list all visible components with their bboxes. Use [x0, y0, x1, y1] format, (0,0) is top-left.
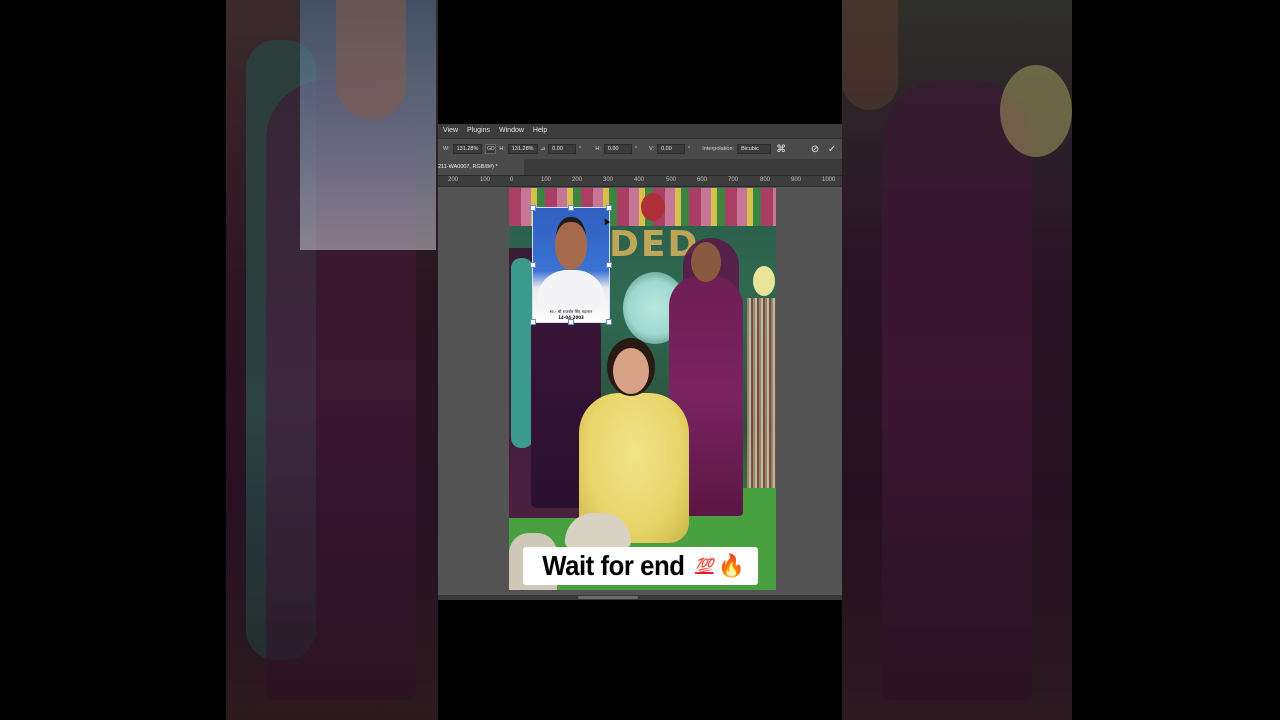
portrait-caption: स्व.- श्री राजबीर सिंह महलान — [549, 309, 593, 314]
bride-head — [613, 348, 649, 394]
document-tab[interactable]: 211-WA0007, RGB/8#) * — [438, 159, 524, 175]
menu-view[interactable]: View — [438, 124, 462, 138]
transform-handle-bottom-left[interactable] — [530, 319, 536, 325]
canvas-workspace[interactable]: DED स्व.- श्री राजबीर सिंह महलान 14-04-2… — [438, 187, 842, 596]
checkmark-icon[interactable]: ✓ — [825, 144, 839, 155]
portrait-shirt — [537, 270, 605, 308]
ruler-label: 0 — [510, 177, 514, 183]
transform-handle-top[interactable] — [568, 205, 574, 211]
transform-handle-top-right[interactable] — [606, 205, 612, 211]
background-head-blur — [842, 0, 898, 110]
hskew-unit: ° — [634, 146, 638, 152]
ruler-label: 200 — [448, 177, 459, 183]
menu-help[interactable]: Help — [528, 124, 551, 138]
placed-portrait-layer[interactable]: स्व.- श्री राजबीर सिंह महलान 14-04-2003 — [530, 205, 612, 325]
menu-window[interactable]: Window — [494, 124, 528, 138]
right-background-panel — [842, 0, 1072, 720]
woman-right-head — [691, 242, 721, 282]
transform-options-bar: W: 131.28% GD H: 131.28% ⊿ 0.00 ° H: 0.0… — [438, 138, 842, 160]
cancel-circle-icon[interactable]: ⊘ — [808, 144, 822, 155]
hskew-field[interactable]: 0.00 — [603, 144, 632, 154]
hundred-points-icon: 💯 — [694, 557, 714, 575]
ruler-label: 100 — [480, 177, 491, 183]
height-field[interactable]: 131.28% — [507, 144, 538, 154]
left-blurred-background — [0, 0, 438, 720]
photoshop-window: View Plugins Window Help W: 131.28% GD H… — [438, 124, 842, 600]
ruler-label: 1000 — [822, 177, 836, 183]
ruler-label: 800 — [760, 177, 771, 183]
menu-plugins[interactable]: Plugins — [462, 124, 494, 138]
document-tab-bar: 211-WA0007, RGB/8#) * — [438, 159, 842, 176]
height-label: H: — [499, 146, 505, 152]
angle-icon: ⊿ — [540, 146, 546, 152]
ruler-label: 100 — [541, 177, 552, 183]
warp-icon[interactable]: ⌘ — [774, 144, 788, 155]
vskew-label: V: — [649, 146, 655, 152]
horizontal-ruler[interactable]: 200 100 0 100 200 300 400 500 600 700 80… — [438, 176, 842, 187]
vskew-field[interactable]: 0.00 — [657, 144, 686, 154]
interpolation-label: Interpolation: — [702, 146, 735, 152]
ruler-label: 500 — [666, 177, 677, 183]
transform-handle-top-left[interactable] — [530, 205, 536, 211]
portrait-face — [555, 222, 587, 270]
left-background-panel — [226, 0, 438, 720]
horizontal-scrollbar[interactable] — [438, 595, 842, 600]
background-balloon-blur — [1000, 65, 1072, 157]
document-photo[interactable]: DED स्व.- श्री राजबीर सिंह महलान 14-04-2… — [509, 188, 776, 590]
fire-icon: 🔥 — [717, 553, 745, 578]
red-balloon — [641, 193, 665, 221]
scroll-thumb[interactable] — [578, 596, 638, 599]
teal-scarf — [511, 258, 533, 448]
ruler-label: 600 — [697, 177, 708, 183]
angle-unit: ° — [579, 146, 582, 152]
link-aspect-icon[interactable]: GD — [485, 144, 497, 154]
width-field[interactable]: 131.28% — [452, 144, 483, 154]
background-woman-figure-right — [882, 80, 1032, 700]
angle-field[interactable]: 0.00 — [548, 144, 577, 154]
right-blurred-background — [842, 0, 1280, 720]
ruler-label: 400 — [634, 177, 645, 183]
vskew-unit: ° — [688, 146, 691, 152]
ruler-label: 900 — [791, 177, 802, 183]
background-face-blur — [336, 0, 406, 120]
width-label: W: — [443, 146, 450, 152]
caption-text: Wait for end — [542, 550, 685, 581]
transform-handle-bottom-right[interactable] — [606, 319, 612, 325]
video-caption-box: Wait for end 💯 🔥 — [523, 547, 758, 585]
transform-handle-bottom[interactable] — [568, 319, 574, 325]
ruler-label: 700 — [728, 177, 739, 183]
yellow-balloon — [753, 266, 775, 296]
ruler-label: 300 — [603, 177, 614, 183]
transform-handle-right[interactable] — [606, 262, 612, 268]
streamer-curtain — [747, 298, 776, 498]
hskew-label: H: — [595, 146, 601, 152]
ruler-label: 200 — [572, 177, 583, 183]
transform-handle-left[interactable] — [530, 262, 536, 268]
menu-bar: View Plugins Window Help — [438, 124, 842, 138]
interpolation-select[interactable]: Bicubic — [737, 144, 772, 154]
